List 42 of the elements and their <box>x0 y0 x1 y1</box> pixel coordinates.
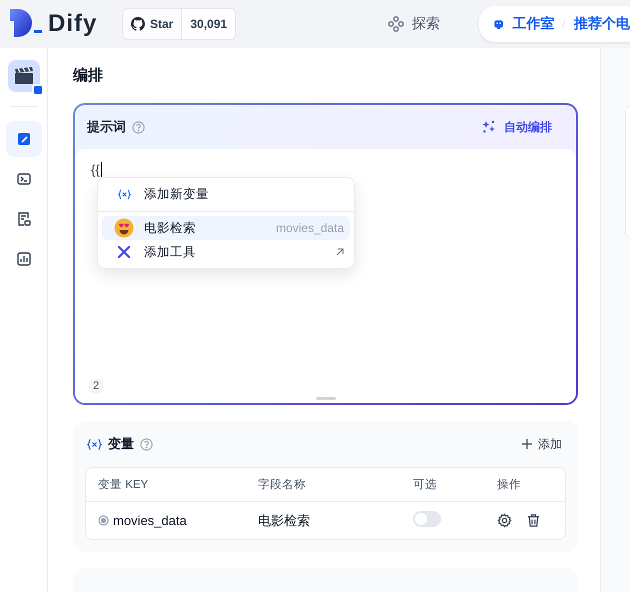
variables-title: 变量 <box>108 435 134 453</box>
resize-handle[interactable] <box>316 397 336 400</box>
prompt-input-text[interactable]: {{ <box>91 162 102 177</box>
explore-link[interactable]: 探索 <box>382 14 446 34</box>
help-icon <box>132 120 145 134</box>
plus-icon <box>522 439 532 449</box>
column-header: 可选 <box>413 478 438 492</box>
github-star-button[interactable]: Star 30,091 <box>122 8 236 40</box>
variable-icon <box>87 438 102 450</box>
menu-item[interactable]: 添加新变量 <box>102 182 350 206</box>
add-variable-button[interactable]: 添加 <box>520 436 564 452</box>
sparkle-icon <box>482 120 496 134</box>
column-header: 变量 KEY <box>98 477 150 492</box>
cursor-mark-icon <box>34 30 42 32</box>
menu-item[interactable]: 电影检索 movies_data <box>102 216 350 240</box>
optional-toggle[interactable] <box>413 511 441 527</box>
logo-text[interactable]: Dify <box>48 10 98 38</box>
logo-icon <box>10 9 32 39</box>
menu-item[interactable]: 添加工具 <box>102 240 350 264</box>
variable-icon <box>118 188 130 200</box>
external-link-icon <box>336 248 344 256</box>
sidebar-nav-item[interactable] <box>6 121 42 157</box>
breadcrumb-separator-icon <box>562 18 566 30</box>
column-header: 字段名称 <box>258 477 307 492</box>
tools-icon <box>117 245 131 259</box>
prompt-title: 提示词 <box>87 118 126 136</box>
help-icon <box>140 438 153 450</box>
settings-icon[interactable] <box>497 513 512 528</box>
github-icon <box>131 17 145 31</box>
bar-chart-icon <box>14 250 32 268</box>
variable-key: movies_data <box>113 513 187 528</box>
auto-orchestrate-button[interactable]: 自动编排 <box>482 118 564 136</box>
page-title: 编排 <box>73 66 104 85</box>
column-header: 操作 <box>497 478 522 492</box>
explore-icon <box>388 16 404 32</box>
delete-icon[interactable] <box>526 513 541 528</box>
breadcrumb-link[interactable]: 推荐个电 <box>574 15 630 33</box>
breadcrumb-link[interactable]: 工作室 <box>512 15 554 33</box>
field-name: 电影检索 <box>258 512 311 530</box>
heart-eyes-emoji-icon <box>114 218 134 238</box>
radio-variable-icon <box>98 515 109 526</box>
character-count: 2 <box>89 379 104 393</box>
